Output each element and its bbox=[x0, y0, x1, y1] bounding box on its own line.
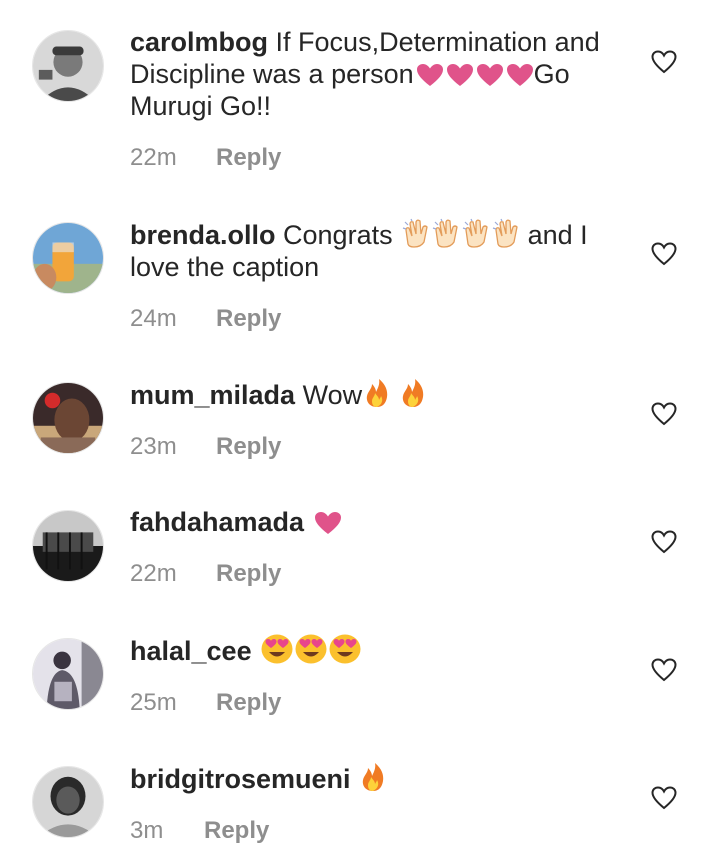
reply-button[interactable]: Reply bbox=[216, 560, 281, 587]
avatar[interactable] bbox=[32, 510, 104, 582]
comment-meta: 23m Reply bbox=[130, 433, 640, 461]
heart-outline-icon bbox=[651, 50, 677, 74]
avatar[interactable] bbox=[32, 638, 104, 710]
comment-time: 22m bbox=[130, 144, 177, 171]
comment-username[interactable]: fahdahamada bbox=[130, 507, 304, 537]
comment-text: bridgitrosemueni bbox=[130, 762, 640, 795]
heart-emoji-icon bbox=[476, 63, 504, 87]
heart-emoji-icon bbox=[314, 511, 342, 535]
like-button[interactable] bbox=[651, 242, 677, 266]
reply-button[interactable]: Reply bbox=[216, 689, 281, 716]
heart-outline-icon bbox=[651, 242, 677, 266]
comment-body: mum_milada Wow 23m Reply bbox=[130, 378, 640, 461]
comment-message: Congrats bbox=[283, 220, 393, 250]
heart-outline-icon bbox=[651, 658, 677, 682]
heart-outline-icon bbox=[651, 402, 677, 426]
comment-meta: 24m Reply bbox=[130, 305, 640, 333]
comment-meta: 3m Reply bbox=[130, 817, 640, 845]
comment-username[interactable]: brenda.ollo bbox=[130, 220, 276, 250]
comment-username[interactable]: bridgitrosemueni bbox=[130, 764, 351, 794]
comment-body: brenda.ollo Congrats and I love the capt… bbox=[130, 218, 640, 333]
like-button[interactable] bbox=[651, 786, 677, 810]
comment-text: mum_milada Wow bbox=[130, 378, 640, 411]
comment-text: fahdahamada bbox=[130, 506, 640, 538]
fire-emoji-icon bbox=[360, 762, 386, 792]
like-button[interactable] bbox=[651, 530, 677, 554]
heart-emoji-icon bbox=[416, 63, 444, 87]
comment-message: Wow bbox=[302, 380, 363, 410]
heart-outline-icon bbox=[651, 786, 677, 810]
comment-body: carolmbog If Focus,Determination and Dis… bbox=[130, 26, 640, 172]
comment-username[interactable]: carolmbog bbox=[130, 27, 268, 57]
comment-time: 23m bbox=[130, 433, 177, 460]
clapping-hands-emoji-icon bbox=[492, 218, 520, 248]
reply-button[interactable]: Reply bbox=[216, 144, 281, 171]
comment-username[interactable]: halal_cee bbox=[130, 636, 252, 666]
comment-time: 3m bbox=[130, 817, 164, 844]
clapping-hands-emoji-icon bbox=[432, 218, 460, 248]
reply-button[interactable]: Reply bbox=[216, 433, 281, 460]
comment-text: brenda.ollo Congrats and I love the capt… bbox=[130, 218, 640, 283]
comment-time: 22m bbox=[130, 560, 177, 587]
heart-emoji-icon bbox=[506, 63, 534, 87]
like-button[interactable] bbox=[651, 402, 677, 426]
avatar[interactable] bbox=[32, 222, 104, 294]
comment-username[interactable]: mum_milada bbox=[130, 380, 295, 410]
clapping-hands-emoji-icon bbox=[462, 218, 490, 248]
avatar[interactable] bbox=[32, 30, 104, 102]
comment-meta: 25m Reply bbox=[130, 689, 640, 717]
heart-eyes-emoji-icon bbox=[295, 634, 327, 664]
comment-body: fahdahamada 22m Reply bbox=[130, 506, 640, 588]
heart-outline-icon bbox=[651, 530, 677, 554]
heart-eyes-emoji-icon bbox=[329, 634, 361, 664]
comment-meta: 22m Reply bbox=[130, 560, 640, 588]
avatar[interactable] bbox=[32, 382, 104, 454]
clapping-hands-emoji-icon bbox=[402, 218, 430, 248]
reply-button[interactable]: Reply bbox=[204, 817, 269, 844]
comment-meta: 22m Reply bbox=[130, 144, 640, 172]
comment-body: bridgitrosemueni 3m Reply bbox=[130, 762, 640, 845]
comment-text: halal_cee bbox=[130, 634, 640, 667]
comments-list: carolmbog If Focus,Determination and Dis… bbox=[0, 0, 720, 851]
like-button[interactable] bbox=[651, 658, 677, 682]
fire-emoji-icon bbox=[364, 378, 390, 408]
like-button[interactable] bbox=[651, 50, 677, 74]
comment-body: halal_cee 25m Reply bbox=[130, 634, 640, 717]
comment-time: 24m bbox=[130, 305, 177, 332]
reply-button[interactable]: Reply bbox=[216, 305, 281, 332]
avatar[interactable] bbox=[32, 766, 104, 838]
comment-text: carolmbog If Focus,Determination and Dis… bbox=[130, 26, 640, 122]
heart-emoji-icon bbox=[446, 63, 474, 87]
fire-emoji-icon bbox=[400, 378, 426, 408]
comment-time: 25m bbox=[130, 689, 177, 716]
heart-eyes-emoji-icon bbox=[261, 634, 293, 664]
